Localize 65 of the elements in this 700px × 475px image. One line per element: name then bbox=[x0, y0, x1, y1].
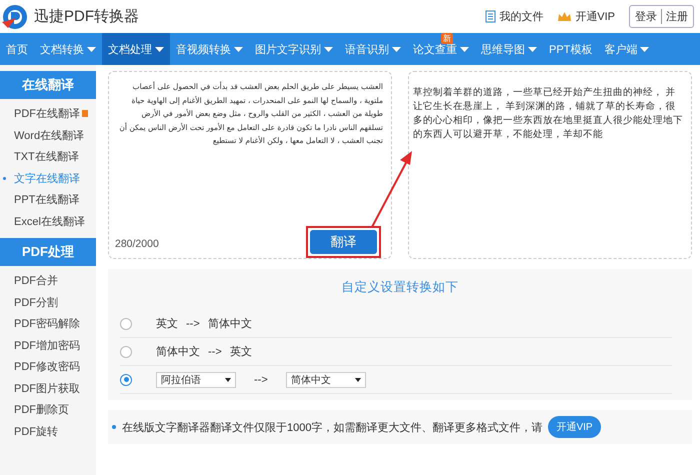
bullet-icon bbox=[3, 176, 6, 180]
auth-link[interactable]: 登录 bbox=[635, 9, 657, 24]
sidebar-item[interactable]: PDF删除页 bbox=[14, 402, 69, 418]
sidebar-item[interactable]: Excel在线翻译 bbox=[14, 214, 85, 229]
sidebar-item[interactable]: PDF修改密码 bbox=[14, 359, 80, 374]
nav-item[interactable]: 文档转换 bbox=[34, 33, 102, 65]
auth-link[interactable]: 注册 bbox=[661, 9, 688, 24]
sidebar-heading: PDF处理 bbox=[0, 238, 96, 266]
sidebar-item[interactable]: PDF图片获取 bbox=[14, 380, 80, 396]
nav-item[interactable]: PPT模板 bbox=[543, 33, 598, 65]
nav-item[interactable]: 音视频转换 bbox=[170, 33, 249, 65]
language-select[interactable]: 简体中文 bbox=[286, 372, 366, 388]
nav-item[interactable]: 客户端 bbox=[598, 33, 656, 65]
caret-icon bbox=[324, 46, 333, 52]
sidebar-heading: 在线翻译 bbox=[0, 71, 96, 99]
char-count: 280/2000 bbox=[115, 238, 159, 250]
language-label: 简体中文 bbox=[208, 316, 252, 331]
sidebar-item[interactable]: PDF增加密码 bbox=[14, 338, 80, 353]
new-badge: 新 bbox=[441, 33, 453, 44]
sidebar-item[interactable]: Word在线翻译 bbox=[14, 128, 84, 143]
nav-item[interactable]: 思维导图 bbox=[475, 33, 543, 65]
result-text: 草控制着羊群的道路，一些草已经开始产生扭曲的神经， 并让它生长在悬崖上， 羊到深渊的路，铺就了草的长寿命，很多的心心相印，像把一些东西放在地里挺直人很少能处理地下的东西人可以避开草，不能处理，羊却不能 bbox=[412, 86, 684, 142]
caret-icon bbox=[640, 46, 650, 52]
nav-item[interactable]: 图片文字识别 bbox=[249, 33, 339, 65]
settings-title: 自定义设置转换如下 bbox=[340, 279, 460, 296]
caret-icon bbox=[87, 46, 96, 52]
nav-item[interactable]: 新 论文查重 bbox=[407, 33, 475, 65]
nav-item[interactable]: 文档处理 bbox=[102, 33, 170, 65]
source-text-field[interactable] bbox=[108, 71, 392, 259]
language-label: 简体中文 bbox=[156, 344, 200, 359]
sidebar-item[interactable]: PDF旋转 bbox=[14, 424, 58, 439]
caret-icon bbox=[354, 378, 361, 382]
sidebar-item[interactable]: PDF密码解除 bbox=[14, 316, 80, 332]
radio-button[interactable] bbox=[120, 346, 132, 358]
translate-button[interactable]: 翻译 bbox=[310, 230, 377, 254]
logo-icon bbox=[2, 4, 28, 30]
caret-icon bbox=[460, 46, 469, 52]
nav-item[interactable]: 首页 bbox=[0, 33, 34, 65]
sidebar-item[interactable]: PPT在线翻译 bbox=[14, 192, 80, 208]
language-label: 英文 bbox=[230, 344, 252, 359]
sidebar-item[interactable]: PDF合并 bbox=[14, 273, 58, 288]
caret-icon bbox=[528, 46, 537, 52]
language-label: 英文 bbox=[156, 316, 178, 331]
header-link[interactable]: 开通VIP bbox=[575, 9, 615, 24]
arrow-text: --> bbox=[186, 318, 200, 330]
arrow-text: --> bbox=[254, 374, 268, 386]
arrow-text: --> bbox=[208, 346, 222, 358]
nav-item[interactable]: 语音识别 bbox=[339, 33, 407, 65]
caret-icon bbox=[225, 378, 231, 382]
vip-button[interactable]: 开通VIP bbox=[548, 416, 601, 438]
notice-text: 在线版文字翻译器翻译文件仅限于1000字，如需翻译更大文件、翻译更多格式文件，请 bbox=[122, 420, 542, 434]
language-select[interactable]: 阿拉伯语 bbox=[156, 372, 236, 388]
sidebar-item[interactable]: PDF分割 bbox=[14, 294, 58, 310]
caret-icon bbox=[155, 46, 164, 52]
bullet-icon bbox=[112, 425, 116, 429]
logo-text: 迅捷PDF转换器 bbox=[34, 7, 139, 26]
sidebar-item[interactable]: PDF在线翻译 bbox=[14, 106, 80, 122]
caret-icon bbox=[392, 46, 401, 52]
crown-icon bbox=[557, 11, 572, 22]
radio-button[interactable] bbox=[120, 318, 132, 330]
caret-icon bbox=[234, 46, 243, 52]
sidebar-item[interactable]: TXT在线翻译 bbox=[14, 149, 79, 164]
document-icon bbox=[485, 10, 496, 23]
header-link[interactable]: 我的文件 bbox=[499, 9, 544, 24]
radio-button[interactable] bbox=[120, 374, 132, 386]
